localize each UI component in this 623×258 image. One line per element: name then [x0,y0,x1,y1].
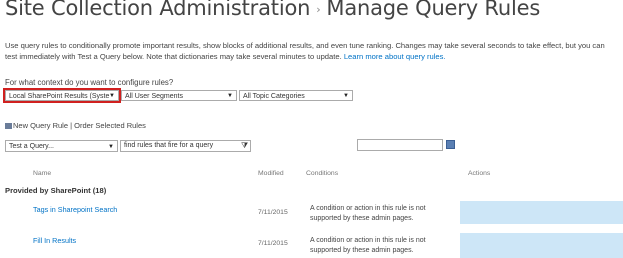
result-source-value: Local SharePoint Results (Syste [9,93,110,100]
new-query-rule-link[interactable]: New Query Rule [13,121,68,130]
result-source-select[interactable]: Local SharePoint Results (Syste ▼ [5,90,119,101]
filter-funnel-icon[interactable]: ⧩ [241,141,248,151]
context-question: For what context do you want to configur… [5,78,174,87]
dropdown-arrow-icon: ▼ [108,144,114,150]
column-header-actions: Actions [468,170,491,177]
description-text: Use query rules to conditionally promote… [5,41,605,61]
new-rule-icon [5,123,12,130]
page-description: Use query rules to conditionally promote… [5,40,617,62]
dropdown-arrow-icon: ▼ [343,93,349,99]
breadcrumb-site[interactable]: Site Collection Administration [5,0,310,20]
rule-actions-cell [460,233,623,258]
user-segments-select[interactable]: All User Segments ▼ [121,90,237,101]
toolbar-divider: | [70,121,73,130]
rule-modified-date: 7/11/2015 [258,209,288,216]
topic-categories-select[interactable]: All Topic Categories ▼ [239,90,353,101]
condition-line: A condition or action in this rule is no… [310,205,426,212]
breadcrumb-separator: › [316,2,321,16]
dropdown-arrow-icon: ▼ [227,93,233,99]
find-rules-input[interactable]: find rules that fire for a query [120,140,251,152]
breadcrumb-page: Manage Query Rules [326,0,541,20]
order-selected-rules-link[interactable]: Order Selected Rules [74,121,146,130]
topic-categories-value: All Topic Categories [243,93,305,100]
condition-line: supported by these admin pages. [310,215,414,222]
rules-toolbar: New Query Rule | Order Selected Rules [5,121,146,130]
calendar-icon[interactable] [446,140,455,149]
rule-name-link[interactable]: Tags in Sharepoint Search [33,205,117,214]
condition-line: supported by these admin pages. [310,247,414,254]
test-query-value: Test a Query... [9,143,54,150]
user-segments-value: All User Segments [125,93,183,100]
condition-line: A condition or action in this rule is no… [310,237,426,244]
dropdown-arrow-icon: ▼ [109,93,115,99]
rule-modified-date: 7/11/2015 [258,240,288,247]
find-rules-placeholder: find rules that fire for a query [124,142,214,149]
rule-condition-text: A condition or action in this rule is no… [310,236,426,256]
column-header-conditions: Conditions [306,170,339,177]
page-title: Site Collection Administration › Manage Qu… [5,0,540,20]
learn-more-link[interactable]: Learn more about query rules. [344,52,446,61]
group-header[interactable]: Provided by SharePoint (18) [5,186,106,195]
column-header-name[interactable]: Name [33,170,51,177]
rule-condition-text: A condition or action in this rule is no… [310,204,426,224]
rule-name-link[interactable]: Fill In Results [33,236,76,245]
rule-actions-cell [460,201,623,224]
column-header-modified[interactable]: Modified [258,170,284,177]
test-query-select[interactable]: Test a Query... ▼ [5,140,118,152]
date-input[interactable] [357,139,443,151]
